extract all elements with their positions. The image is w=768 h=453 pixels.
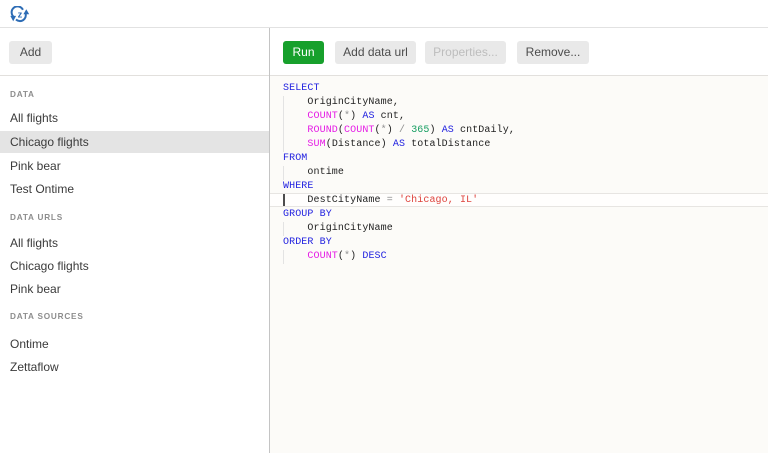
svg-text:z: z [17, 9, 22, 19]
